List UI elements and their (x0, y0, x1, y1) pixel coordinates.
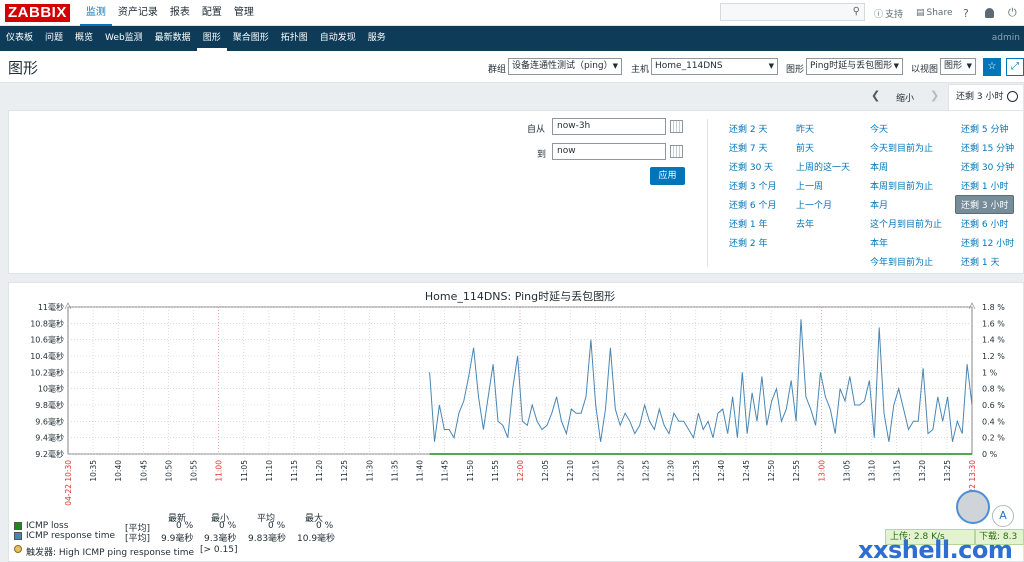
legend-value: 9.9毫秒 (161, 534, 194, 544)
y-right-tick-label: 0.8 % (982, 385, 1005, 394)
y-right-tick-label: 1.2 % (982, 352, 1005, 361)
x-tick-label: 10:40 (114, 460, 123, 482)
y-right-tick-label: 0 % (982, 450, 998, 459)
x-tick-label: 10:35 (89, 460, 98, 482)
x-tick-label: 11:55 (491, 460, 500, 482)
y-left-tick-label: 10毫秒 (38, 384, 64, 394)
y-right-tick-label: 1.4 % (982, 336, 1005, 345)
legend-value: 9.83毫秒 (248, 534, 287, 544)
x-tick-label: 11:05 (240, 460, 249, 482)
x-tick-label: 12:35 (692, 460, 701, 482)
x-tick-label: 12:30 (667, 460, 676, 482)
legend-value: 0 % (176, 521, 194, 531)
x-tick-label: 10:50 (164, 460, 173, 482)
legend-series-name: ICMP response time (26, 531, 116, 541)
x-tick-label: 13:05 (842, 460, 851, 482)
x-tick-label: 11:45 (441, 460, 450, 482)
x-tick-label: 11:35 (390, 460, 399, 482)
y-left-tick-label: 9.4毫秒 (35, 433, 64, 443)
y-right-tick-label: 0.4 % (982, 417, 1005, 426)
watermark: xxshell.com (858, 536, 1013, 562)
x-tick-label: 10:45 (139, 460, 148, 482)
x-tick-label: 12:05 (541, 460, 550, 482)
plot-area (67, 306, 973, 455)
x-tick-label: 11:20 (315, 460, 324, 482)
y-left-tick-label: 10.2毫秒 (30, 367, 64, 377)
y-left-tick-label: 9.2毫秒 (35, 449, 64, 459)
y-left-tick-label: 9.8毫秒 (35, 400, 64, 410)
legend-func: [平均] (125, 534, 151, 544)
trigger-label: 触发器: High ICMP ping response time (26, 548, 194, 558)
legend-value: 0 % (219, 521, 237, 531)
x-tick-label: 10:55 (190, 460, 199, 482)
x-tick-label: 13:15 (893, 460, 902, 482)
x-tick-label: 11:10 (265, 460, 274, 482)
y-right-tick-label: 1.6 % (982, 319, 1005, 328)
x-tick-label: 12:50 (767, 460, 776, 482)
x-tick-label: 12:55 (792, 460, 801, 482)
x-tick-label: 11:50 (466, 460, 475, 482)
x-tick-label: 13:20 (918, 460, 927, 482)
trigger-icon (14, 545, 22, 553)
legend-value: 10.9毫秒 (297, 534, 336, 544)
y-right-tick-label: 1.8 % (982, 303, 1005, 312)
y-left-tick-label: 10.6毫秒 (30, 335, 64, 345)
y-left-tick-label: 9.6毫秒 (35, 416, 64, 426)
x-tick-label: 13:00 (817, 460, 826, 482)
y-left-tick-label: 10.4毫秒 (30, 351, 64, 361)
x-tick-label: 12:20 (616, 460, 625, 482)
x-tick-label: 12:00 (516, 460, 525, 482)
legend-value: 9.3毫秒 (204, 534, 237, 544)
chart-svg[interactable]: 9.2毫秒 9.4毫秒 9.6毫秒 9.8毫秒 10毫秒 10.2毫秒 10.4毫秒 10.6… (0, 0, 1024, 562)
legend-value: 0 % (268, 521, 286, 531)
x-tick-label: 11:00 (215, 460, 224, 482)
x-start-label: 04-22 10:30 (64, 460, 73, 506)
legend-swatch (14, 522, 22, 530)
x-tick-label: 12:45 (742, 460, 751, 482)
y-left-tick-label: 11毫秒 (38, 302, 64, 312)
x-tick-label: 13:25 (943, 460, 952, 482)
y-left-tick-label: 10.8毫秒 (30, 318, 64, 328)
assistant-button[interactable]: A (992, 505, 1014, 527)
x-tick-label: 12:15 (591, 460, 600, 482)
assistant-avatar[interactable] (956, 490, 990, 524)
legend-value: 0 % (316, 521, 334, 531)
x-tick-label: 12:40 (717, 460, 726, 482)
y-right-tick-label: 0.6 % (982, 401, 1005, 410)
legend-series-name: ICMP loss (26, 521, 69, 531)
x-tick-label: 11:40 (416, 460, 425, 482)
x-tick-label: 13:10 (868, 460, 877, 482)
x-tick-label: 12:10 (566, 460, 575, 482)
trigger-condition: [> 0.15] (200, 545, 238, 555)
y-right-tick-label: 1 % (982, 368, 998, 377)
y-right-tick-label: 0.2 % (982, 434, 1005, 443)
x-tick-label: 12:25 (642, 460, 651, 482)
x-tick-label: 11:25 (340, 460, 349, 482)
x-tick-label: 11:15 (290, 460, 299, 482)
x-tick-label: 11:30 (365, 460, 374, 482)
legend-swatch (14, 532, 22, 540)
